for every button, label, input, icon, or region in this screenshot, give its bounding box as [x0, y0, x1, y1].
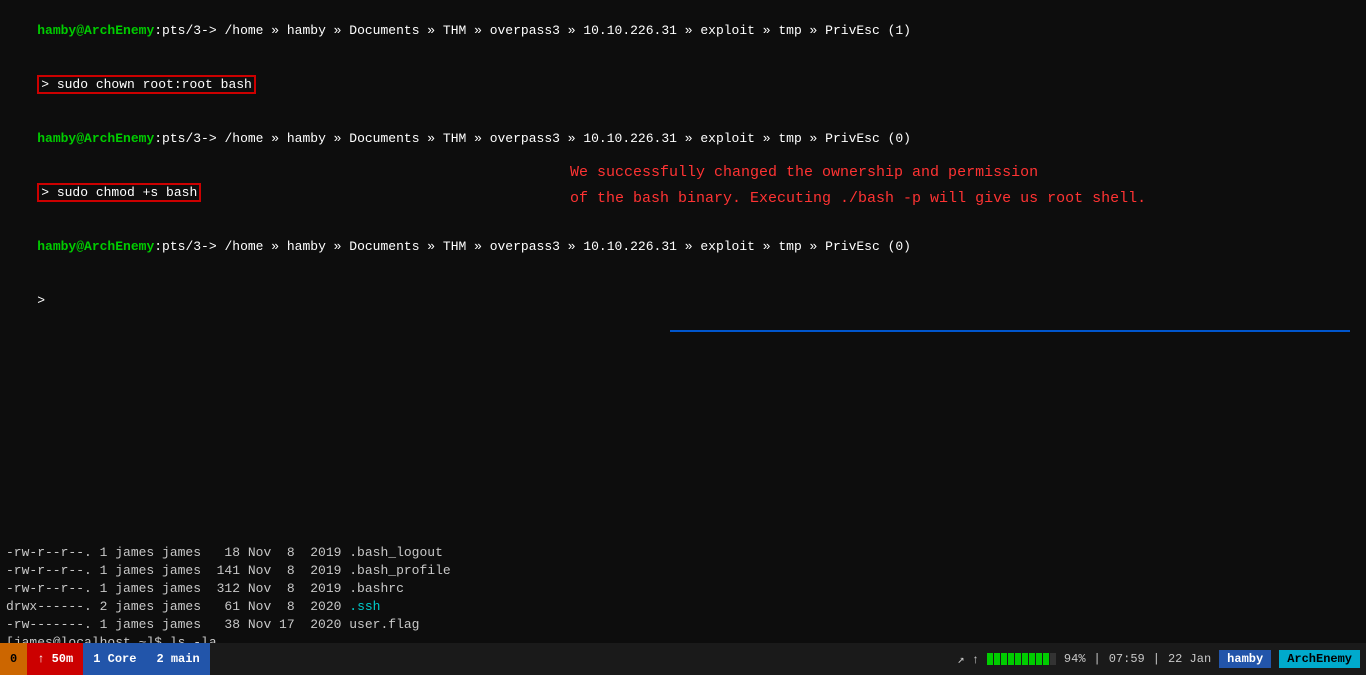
blank-11 [6, 508, 1360, 526]
cmd-chmod-highlight: > sudo chmod +s bash [37, 183, 201, 202]
cmd-chown-highlight: > sudo chown root:root bash [37, 75, 256, 94]
listing-bash-logout-1: -rw-r--r--. 1 james james 18 Nov 8 2019 … [6, 544, 1360, 562]
listing-lsla-cmd: [james@localhost ~]$ ls -la [6, 634, 1360, 643]
cpu-b3 [1001, 653, 1007, 665]
blank-6 [6, 418, 1360, 436]
cpu-b4 [1008, 653, 1014, 665]
cpu-b8 [1036, 653, 1042, 665]
taskbar-item-main[interactable]: 2 main [146, 643, 209, 675]
blank-4 [6, 382, 1360, 400]
prompt-user-2: hamby@ArchEnemy [37, 131, 154, 146]
terminal-cmd-3: > [6, 274, 1360, 328]
taskbar-host-badge: ArchEnemy [1279, 650, 1360, 668]
blank-7 [6, 436, 1360, 454]
blank-12 [6, 526, 1360, 544]
terminal-line-3: hamby@ArchEnemy:pts/3-> /home » hamby » … [6, 220, 1360, 274]
terminal: hamby@ArchEnemy:pts/3-> /home » hamby » … [0, 0, 1366, 643]
cpu-percent: 94% [1064, 652, 1086, 666]
prompt-user-3: hamby@ArchEnemy [37, 239, 154, 254]
prompt-user-1: hamby@ArchEnemy [37, 23, 154, 38]
cpu-b7 [1029, 653, 1035, 665]
taskbar-separator2: | [1153, 652, 1160, 666]
cpu-blocks [987, 653, 1056, 665]
annotation-text: We successfully changed the ownership an… [570, 160, 1146, 212]
cpu-b10 [1050, 653, 1056, 665]
taskbar-time: 07:59 [1109, 652, 1145, 666]
ssh-dir-1: .ssh [349, 599, 380, 614]
taskbar-right: ↗ ↑ 94% | 07:59 | 22 Jan hamby ArchEnemy [951, 643, 1366, 675]
terminal-line-1: hamby@ArchEnemy:pts/3-> /home » hamby » … [6, 4, 1360, 58]
taskbar: 0 ↑ 50m 1 Core 2 main ↗ ↑ 94% | 07:59 | [0, 643, 1366, 675]
cpu-b9 [1043, 653, 1049, 665]
taskbar-separator1: | [1094, 652, 1101, 666]
taskbar-item-50m[interactable]: ↑ 50m [27, 643, 83, 675]
cpu-b6 [1022, 653, 1028, 665]
listing-ssh-1: drwx------. 2 james james 61 Nov 8 2020 … [6, 598, 1360, 616]
taskbar-left: 0 ↑ 50m 1 Core 2 main [0, 643, 210, 675]
blank-9 [6, 472, 1360, 490]
blue-divider [670, 330, 1350, 332]
terminal-cmd-1: > sudo chown root:root bash [6, 58, 1360, 112]
blank-3 [6, 364, 1360, 382]
cpu-b5 [1015, 653, 1021, 665]
blank-5 [6, 400, 1360, 418]
blank-8 [6, 454, 1360, 472]
taskbar-item-core[interactable]: 1 Core [83, 643, 146, 675]
listing-bashrc-1: -rw-r--r--. 1 james james 312 Nov 8 2019… [6, 580, 1360, 598]
cpu-b1 [987, 653, 993, 665]
taskbar-item-0[interactable]: 0 [0, 643, 27, 675]
taskbar-date: 22 Jan [1168, 652, 1211, 666]
taskbar-arrows: ↗ ↑ [957, 652, 979, 667]
listing-userflag-1: -rw-------. 1 james james 38 Nov 17 2020… [6, 616, 1360, 634]
taskbar-user-badge: hamby [1219, 650, 1271, 668]
listing-bash-profile-1: -rw-r--r--. 1 james james 141 Nov 8 2019… [6, 562, 1360, 580]
blank-2 [6, 346, 1360, 364]
cpu-b2 [994, 653, 1000, 665]
terminal-line-2: hamby@ArchEnemy:pts/3-> /home » hamby » … [6, 112, 1360, 166]
blank-10 [6, 490, 1360, 508]
